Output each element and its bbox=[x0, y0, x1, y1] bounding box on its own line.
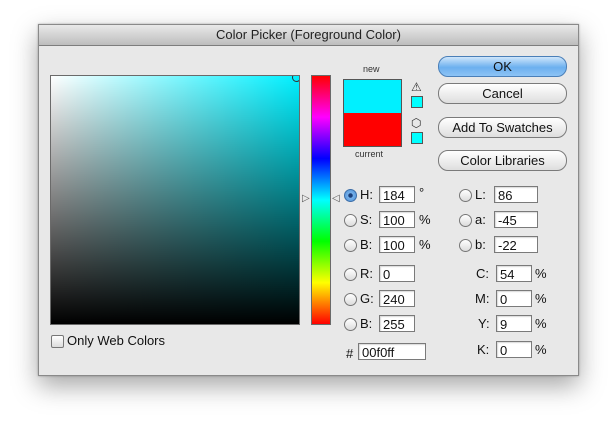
saturation-unit: % bbox=[419, 212, 431, 227]
color-field-brightness bbox=[51, 76, 299, 324]
cmyk-c-input[interactable]: 54 bbox=[496, 265, 532, 282]
new-color-label: new bbox=[363, 64, 380, 74]
brightness-input[interactable]: 100 bbox=[379, 236, 415, 253]
lab-l-label: L: bbox=[475, 187, 486, 202]
hue-unit: ° bbox=[419, 185, 425, 200]
window-title: Color Picker (Foreground Color) bbox=[216, 27, 401, 42]
lab-a-input[interactable]: -45 bbox=[494, 211, 538, 228]
add-to-swatches-button[interactable]: Add To Swatches bbox=[438, 117, 567, 138]
web-safe-swatch[interactable] bbox=[411, 132, 423, 144]
saturation-radio[interactable] bbox=[344, 214, 357, 227]
red-radio[interactable] bbox=[344, 268, 357, 281]
hue-radio[interactable] bbox=[344, 189, 357, 202]
hue-label: H: bbox=[360, 187, 373, 202]
hue-slider-left-arrow[interactable]: ▷ bbox=[302, 194, 310, 204]
blue-input[interactable]: 255 bbox=[379, 315, 415, 332]
warning-triangle-icon[interactable]: ⚠ bbox=[411, 81, 422, 93]
cmyk-k-label: K: bbox=[477, 342, 490, 357]
cmyk-k-input[interactable]: 0 bbox=[496, 341, 532, 358]
brightness-radio[interactable] bbox=[344, 239, 357, 252]
lab-b-label: b: bbox=[475, 237, 486, 252]
lab-a-label: a: bbox=[475, 212, 486, 227]
lab-l-input[interactable]: 86 bbox=[494, 186, 538, 203]
cancel-button[interactable]: Cancel bbox=[438, 83, 567, 104]
cmyk-m-unit: % bbox=[535, 291, 547, 306]
current-color-label: current bbox=[355, 149, 384, 159]
title-bar[interactable]: Color Picker (Foreground Color) bbox=[39, 25, 578, 46]
cmyk-y-input[interactable]: 9 bbox=[496, 315, 532, 332]
hue-slider[interactable] bbox=[311, 75, 331, 325]
cmyk-c-unit: % bbox=[535, 266, 547, 281]
red-label: R: bbox=[360, 266, 373, 281]
gamut-warning-swatch[interactable] bbox=[411, 96, 423, 108]
brightness-unit: % bbox=[419, 237, 431, 252]
saturation-label: S: bbox=[360, 212, 373, 227]
green-input[interactable]: 240 bbox=[379, 290, 415, 307]
color-picker-dialog: Color Picker (Foreground Color) ▷ ◁ new … bbox=[38, 24, 579, 376]
lab-a-radio[interactable] bbox=[459, 214, 472, 227]
color-field-marker[interactable] bbox=[292, 76, 299, 82]
hex-input[interactable]: 00f0ff bbox=[358, 343, 426, 360]
new-color-swatch bbox=[343, 79, 402, 113]
current-color-swatch[interactable] bbox=[343, 113, 402, 147]
cmyk-y-label: Y: bbox=[478, 316, 490, 331]
cube-icon[interactable]: ⬡ bbox=[411, 117, 421, 129]
only-web-colors-checkbox[interactable] bbox=[51, 335, 64, 348]
hex-label: # bbox=[346, 346, 354, 361]
color-field[interactable] bbox=[50, 75, 300, 325]
blue-label: B: bbox=[360, 316, 373, 331]
green-label: G: bbox=[360, 291, 374, 306]
cmyk-k-unit: % bbox=[535, 342, 547, 357]
red-input[interactable]: 0 bbox=[379, 265, 415, 282]
lab-b-input[interactable]: -22 bbox=[494, 236, 538, 253]
lab-b-radio[interactable] bbox=[459, 239, 472, 252]
hue-input[interactable]: 184 bbox=[379, 186, 415, 203]
cmyk-m-label: M: bbox=[475, 291, 490, 306]
cmyk-m-input[interactable]: 0 bbox=[496, 290, 532, 307]
color-libraries-button[interactable]: Color Libraries bbox=[438, 150, 567, 171]
green-radio[interactable] bbox=[344, 293, 357, 306]
cmyk-c-label: C: bbox=[476, 266, 489, 281]
hue-slider-right-arrow[interactable]: ◁ bbox=[332, 194, 340, 204]
ok-button[interactable]: OK bbox=[438, 56, 567, 77]
lab-l-radio[interactable] bbox=[459, 189, 472, 202]
blue-radio[interactable] bbox=[344, 318, 357, 331]
brightness-label: B: bbox=[360, 237, 373, 252]
saturation-input[interactable]: 100 bbox=[379, 211, 415, 228]
only-web-colors-label: Only Web Colors bbox=[67, 333, 166, 348]
cmyk-y-unit: % bbox=[535, 316, 547, 331]
